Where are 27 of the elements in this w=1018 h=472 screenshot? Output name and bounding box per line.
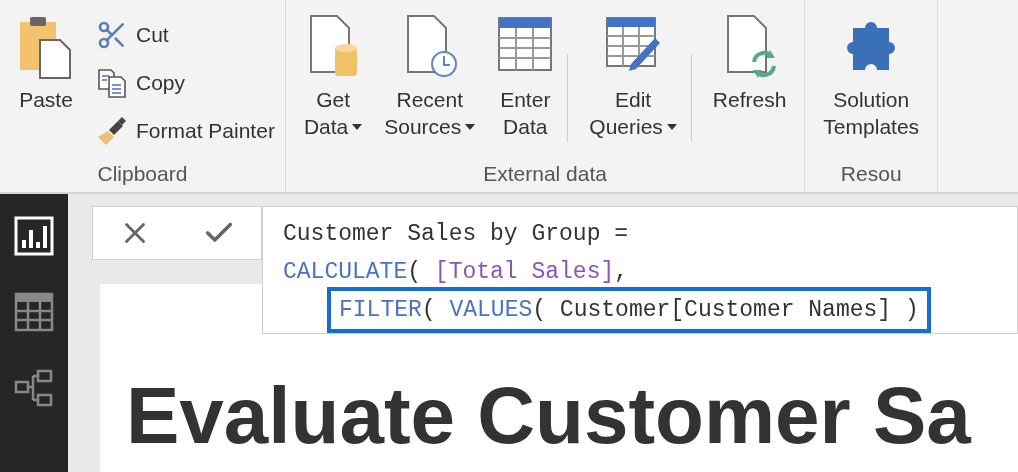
group-label: Clipboard: [97, 162, 188, 187]
ribbon-button[interactable]: Solution Templates: [815, 14, 928, 162]
diagram-icon: [14, 368, 54, 408]
ribbon-button[interactable]: Enter Data: [489, 14, 562, 162]
caret-icon: [465, 123, 476, 130]
ribbon-button[interactable]: Copy: [96, 62, 275, 104]
ribbon-button[interactable]: Format Painter: [96, 110, 275, 152]
bar-chart-icon: [14, 216, 54, 256]
report-title: Evaluate Customer Sa: [126, 370, 973, 462]
formula-editor[interactable]: Customer Sales by Group = CALCULATE( [Total Sales], FILTER( VALUES( Customer[Customer Names] ): [262, 206, 1018, 334]
ribbon-button[interactable]: Recent Sources: [376, 14, 484, 162]
ribbon-button[interactable]: Edit Queries: [567, 14, 685, 162]
caret-icon: [352, 123, 363, 130]
ribbon-button[interactable]: Refresh: [690, 14, 795, 162]
ribbon-button[interactable]: Cut: [96, 14, 275, 56]
code-line: Customer Sales by Group =: [283, 221, 629, 247]
table-icon: [14, 292, 54, 332]
ribbon-button[interactable]: Paste: [10, 14, 82, 162]
caret-icon: [666, 123, 677, 130]
group-label: External data: [483, 162, 607, 187]
copy-icon: [96, 67, 128, 99]
view-button[interactable]: [14, 216, 54, 256]
ribbon-button[interactable]: Get Data: [295, 14, 371, 162]
group-label: Resou: [840, 162, 902, 187]
paintbrush-icon: [96, 115, 128, 147]
clipboard-icon: [18, 14, 74, 80]
code-line: CALCULATE( [Total Sales],: [283, 259, 629, 285]
